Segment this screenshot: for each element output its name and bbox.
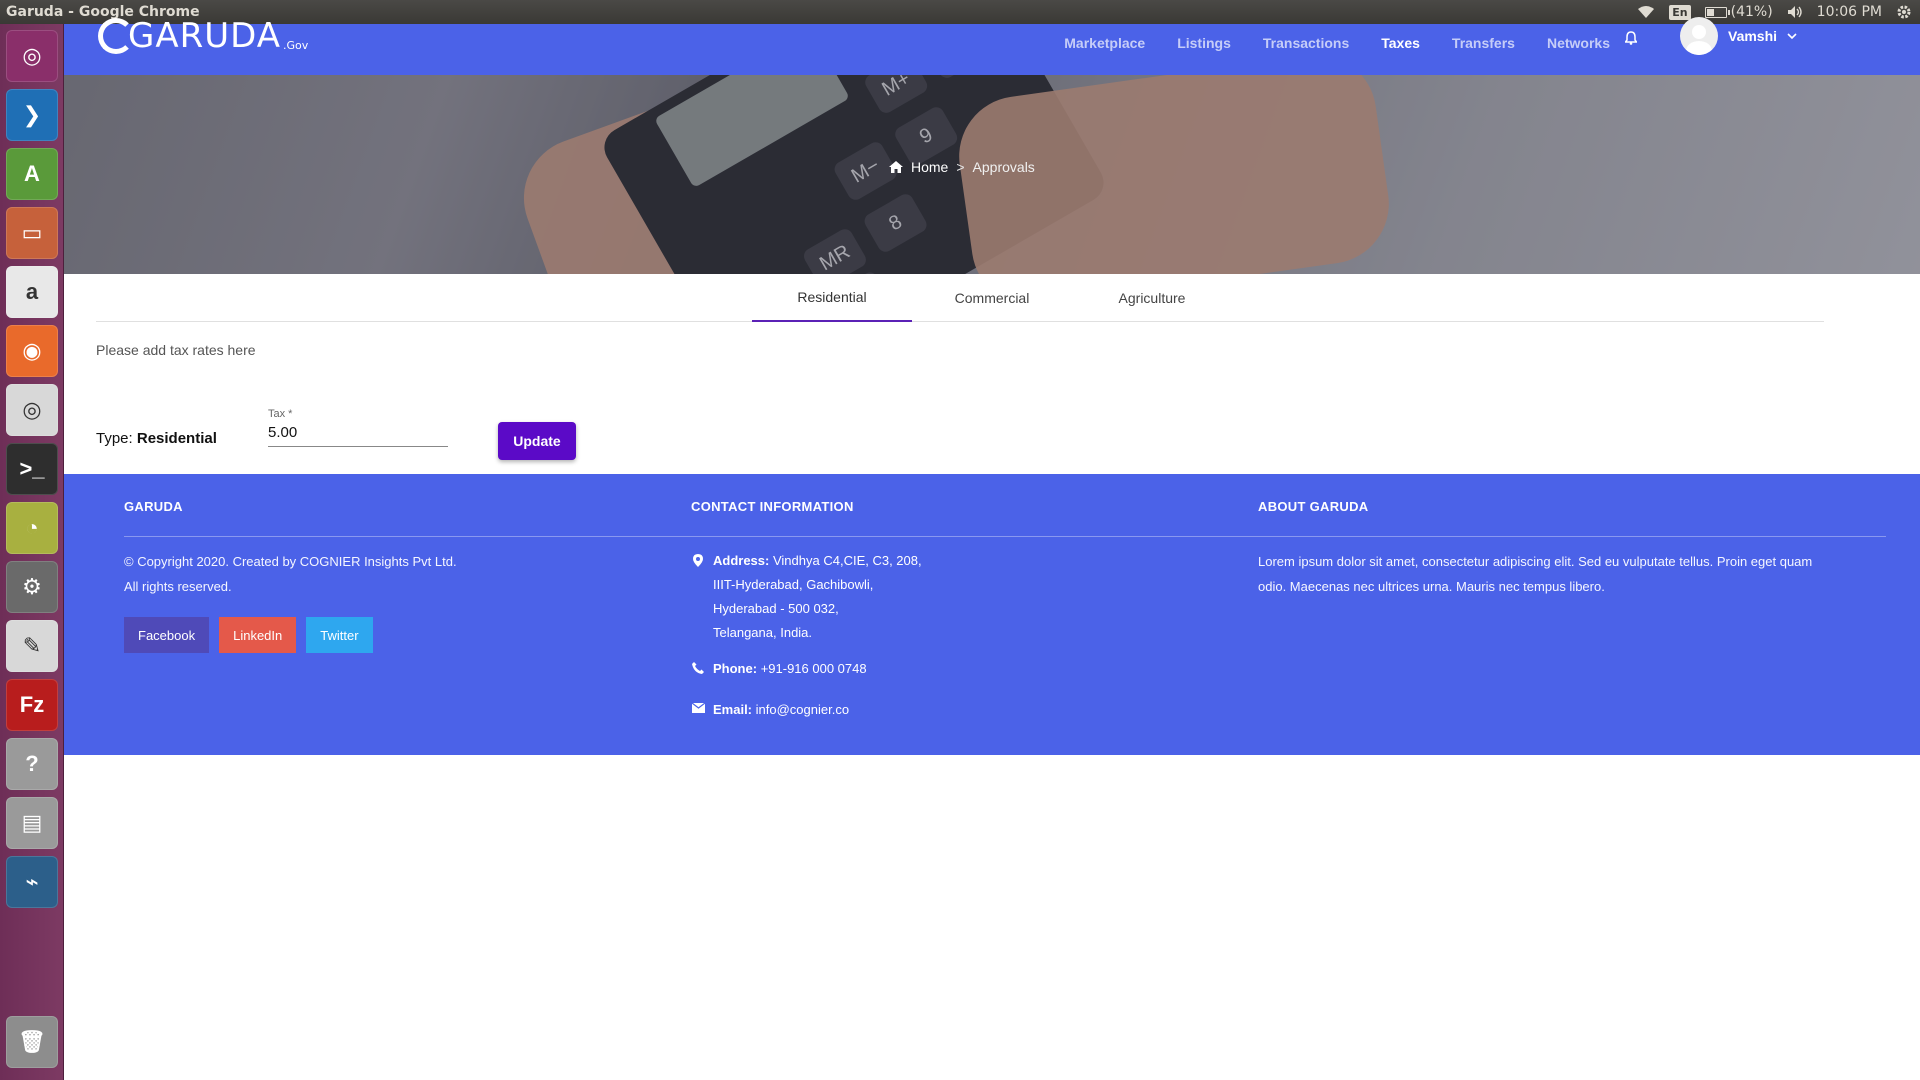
battery-icon [1704, 6, 1730, 18]
tax-field[interactable]: Tax * 5.00 [268, 408, 448, 447]
brand-suffix: .Gov [282, 39, 309, 52]
battery-indicator[interactable]: (41%) [1704, 4, 1773, 20]
type-label: Type: [96, 430, 133, 447]
breadcrumb-home[interactable]: Home [911, 159, 948, 175]
nav-links: Marketplace Listings Transactions Taxes … [1064, 17, 1610, 68]
top-navbar: GARUDA .Gov Marketplace Listings Transac… [64, 16, 1920, 75]
launcher-vscode-icon[interactable]: ❯ [6, 89, 58, 141]
ubuntu-launcher: ◎ ❯ A ▭ a ◉ ◎ >_ ◔ ⚙ ✎ Fz? ▤ ⌁ 🗑 [0, 24, 64, 1080]
launcher-trash-icon[interactable]: 🗑 [6, 1016, 58, 1068]
update-button[interactable]: Update [498, 422, 576, 460]
launcher-chrome-icon[interactable]: ◎ [6, 384, 58, 436]
footer-divider [124, 536, 1886, 537]
site-footer: GARUDA CONTACT INFORMATION ABOUT GARUDA … [64, 474, 1920, 755]
nav-link-transactions[interactable]: Transactions [1263, 35, 1349, 51]
launcher-help-icon[interactable]: ? [6, 738, 58, 790]
tab-commercial[interactable]: Commercial [912, 274, 1072, 322]
battery-percent: (41%) [1730, 4, 1773, 20]
location-pin-icon [693, 554, 703, 567]
launcher-mysql-workbench-icon[interactable]: ⌁ [6, 856, 58, 908]
breadcrumb: Home > Approvals [889, 159, 1035, 175]
clock[interactable]: 10:06 PM [1817, 4, 1882, 20]
launcher-filezilla-icon[interactable]: Fz [6, 679, 58, 731]
footer-heading-contact: CONTACT INFORMATION [691, 499, 854, 514]
volume-icon[interactable] [1787, 5, 1803, 19]
tab-residential[interactable]: Residential [752, 274, 912, 322]
chevron-down-icon [1787, 33, 1797, 39]
launcher-amazon-icon[interactable]: a [6, 266, 58, 318]
type-value: Residential [136, 430, 217, 447]
contact-email: Email: info@cognier.co [691, 698, 849, 722]
wifi-icon[interactable] [1637, 5, 1655, 19]
launcher-android-studio-icon[interactable]: A [6, 148, 58, 200]
launcher-image-viewer-icon[interactable]: ◔ [6, 502, 58, 554]
nav-link-transfers[interactable]: Transfers [1452, 35, 1515, 51]
launcher-terminal-icon[interactable]: >_ [6, 443, 58, 495]
phone-icon [692, 662, 704, 674]
tax-input[interactable]: 5.00 [268, 424, 448, 447]
launcher-firefox-icon[interactable]: ◉ [6, 325, 58, 377]
about-text: Lorem ipsum dolor sit amet, consectetur … [1258, 554, 1813, 594]
social-buttons: Facebook LinkedIn Twitter [124, 617, 373, 653]
nav-link-taxes[interactable]: Taxes [1381, 35, 1420, 51]
hero-banner: % ÷ M+ × M− 9 MR 8 MC 7 Home > Approvals [64, 75, 1920, 274]
brand-name: GARUDA [128, 16, 281, 56]
type-row: Type: Residential [96, 430, 217, 447]
home-icon [889, 161, 903, 173]
nav-link-networks[interactable]: Networks [1547, 35, 1610, 51]
launcher-files-icon[interactable]: ▭ [6, 207, 58, 259]
launcher-ubuntu-dash-icon[interactable]: ◎ [6, 30, 58, 82]
email-icon [691, 703, 705, 713]
user-menu[interactable]: Vamshi [1680, 17, 1797, 55]
launcher-scanner-icon[interactable]: ▤ [6, 797, 58, 849]
logo-g-mark [98, 18, 134, 54]
keyboard-layout-indicator[interactable]: En [1669, 4, 1691, 20]
nav-link-marketplace[interactable]: Marketplace [1064, 35, 1145, 51]
footer-heading-garuda: GARUDA [124, 499, 183, 514]
tax-hint-text: Please add tax rates here [96, 342, 256, 358]
avatar [1680, 17, 1718, 55]
tax-field-label: Tax * [268, 408, 293, 420]
footer-heading-about: ABOUT GARUDA [1258, 499, 1369, 514]
browser-content: GARUDA .Gov Marketplace Listings Transac… [64, 16, 1920, 1080]
contact-phone: Phone: +91-916 000 0748 [691, 657, 867, 681]
launcher-system-settings-icon[interactable]: ⚙ [6, 561, 58, 613]
footer-copyright: © Copyright 2020. Created by COGNIER Ins… [124, 554, 457, 594]
garuda-logo[interactable]: GARUDA .Gov [98, 16, 308, 56]
nav-link-listings[interactable]: Listings [1177, 35, 1231, 51]
tab-agriculture[interactable]: Agriculture [1072, 274, 1232, 322]
breadcrumb-separator: > [956, 159, 965, 175]
breadcrumb-current: Approvals [972, 159, 1035, 175]
email-link[interactable]: info@cognier.co [756, 702, 849, 717]
twitter-button[interactable]: Twitter [306, 617, 373, 653]
contact-address: Address: Vindhya C4,CIE, C3, 208, IIIT-H… [691, 549, 922, 645]
linkedin-button[interactable]: LinkedIn [219, 617, 297, 653]
notification-bell-icon[interactable] [1625, 31, 1637, 45]
facebook-button[interactable]: Facebook [124, 617, 210, 653]
settings-gear-icon[interactable] [1896, 4, 1912, 20]
user-name: Vamshi [1728, 28, 1778, 44]
category-tabs: Residential Commercial Agriculture [96, 274, 1824, 322]
launcher-text-editor-icon[interactable]: ✎ [6, 620, 58, 672]
